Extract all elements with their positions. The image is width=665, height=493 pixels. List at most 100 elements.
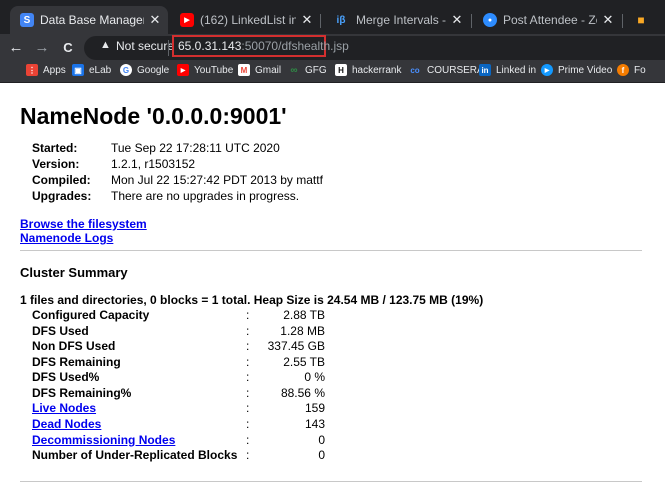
- row-value: 1.28 MB: [280, 324, 325, 338]
- bookmark-coursera[interactable]: co COURSERA: [408, 64, 484, 76]
- row-label: Non DFS Used: [32, 339, 116, 353]
- divider: [20, 481, 642, 482]
- browse-filesystem-link[interactable]: Browse the filesystem: [20, 217, 147, 231]
- bookmark-label: Linked in: [496, 64, 537, 76]
- tab-linkedlist-java[interactable]: ▶ (162) LinkedList in Java | Ja ✕: [170, 6, 320, 34]
- url-separator: [168, 40, 169, 56]
- info-value-upgrades: There are no upgrades in progress.: [111, 189, 300, 203]
- tab-separator: [471, 14, 472, 28]
- gfg-icon: ∞: [290, 64, 298, 76]
- s-logo-icon: S: [20, 13, 34, 27]
- row-label: DFS Remaining: [32, 355, 121, 369]
- tab-title: (162) LinkedList in Java | Ja: [200, 13, 296, 27]
- bookmark-hackerrank[interactable]: Hhackerrank: [335, 64, 401, 76]
- gmail-icon: M: [238, 64, 250, 76]
- divider: [20, 250, 642, 251]
- tab-zoom[interactable]: ● Post Attendee - Zoom ✕: [473, 6, 621, 34]
- row-value: 159: [304, 401, 325, 415]
- close-icon[interactable]: ✕: [450, 12, 464, 28]
- live-nodes-link[interactable]: Live Nodes: [32, 401, 96, 415]
- info-value-started: Tue Sep 22 17:28:11 UTC 2020: [111, 141, 280, 155]
- bookmarks-bar: ⋮ Apps ▣ eLab G Google ▶ YouTube M Gmail ∞ GFG…: [0, 61, 665, 83]
- dead-nodes-link[interactable]: Dead Nodes: [32, 417, 101, 431]
- close-icon[interactable]: ✕: [300, 12, 314, 28]
- bookmark-prime-video[interactable]: ▶ Prime Video: [541, 64, 612, 76]
- tab-title: Data Base Management Sy: [40, 13, 144, 27]
- decommissioning-nodes-link[interactable]: Decommissioning Nodes: [32, 433, 175, 447]
- row-value: 2.88 TB: [283, 308, 325, 322]
- bookmark-label: Apps: [43, 64, 66, 76]
- google-icon: G: [120, 64, 132, 76]
- back-button[interactable]: ←: [6, 38, 26, 58]
- bookmark-label: GFG: [305, 64, 327, 76]
- linkedin-icon: in: [479, 64, 491, 76]
- tab-merge-intervals[interactable]: iβ Merge Intervals - Interview ✕: [322, 6, 470, 34]
- youtube-icon: ▶: [180, 13, 194, 27]
- info-key-compiled: Compiled:: [32, 173, 91, 187]
- row-value: 0: [318, 433, 325, 447]
- bookmark-label: Gmail: [255, 64, 282, 76]
- forward-button[interactable]: →: [32, 38, 52, 58]
- tab-separator: [320, 14, 321, 28]
- cluster-summary-line: 1 files and directories, 0 blocks = 1 to…: [20, 293, 484, 307]
- bookmark-label: Prime Video: [558, 64, 613, 76]
- bookmark-gmail[interactable]: M Gmail: [238, 64, 281, 76]
- bookmark-label: hackerrank: [352, 64, 402, 76]
- bookmark-label: YouTube: [194, 64, 234, 76]
- tab-title: Merge Intervals - Interview: [356, 13, 446, 27]
- row-value: 0: [318, 448, 325, 462]
- coursera-icon: co: [410, 65, 420, 75]
- row-value: 2.55 TB: [283, 355, 325, 369]
- prime-video-icon: ▶: [541, 64, 553, 76]
- page-title: NameNode '0.0.0.0:9001': [20, 103, 287, 129]
- row-label: DFS Used: [32, 324, 89, 338]
- bookmark-gfg[interactable]: ∞ GFG: [288, 64, 327, 76]
- url-path: :50070/dfshealth.jsp: [241, 39, 349, 53]
- row-label: DFS Remaining%: [32, 386, 132, 400]
- info-value-version: 1.2.1, r1503152: [111, 157, 196, 171]
- bookmark-label: COURSERA: [427, 64, 484, 76]
- youtube-icon: ▶: [177, 64, 189, 76]
- bookmark-elab[interactable]: ▣ eLab: [72, 64, 111, 76]
- info-key-version: Version:: [32, 157, 80, 171]
- interviewbit-icon: iβ: [336, 14, 346, 26]
- warning-icon[interactable]: ▲: [100, 39, 111, 51]
- package-icon: ■: [637, 13, 645, 27]
- orange-bookmark-icon: f: [617, 64, 629, 76]
- row-value: 143: [304, 417, 325, 431]
- url-text[interactable]: 65.0.31.143:50070/dfshealth.jsp: [178, 39, 349, 53]
- info-key-started: Started:: [32, 141, 78, 155]
- tab-overflow[interactable]: ■: [624, 6, 665, 34]
- bookmark-label: eLab: [89, 64, 112, 76]
- row-label: DFS Used%: [32, 370, 100, 384]
- row-value: 88.56 %: [280, 386, 325, 400]
- bookmark-label: Google: [137, 64, 170, 76]
- bookmark-apps[interactable]: ⋮ Apps: [26, 64, 66, 76]
- row-value: 0 %: [304, 370, 325, 384]
- namenode-logs-link[interactable]: Namenode Logs: [20, 231, 113, 245]
- reload-button[interactable]: C: [58, 38, 78, 58]
- row-label: Configured Capacity: [32, 308, 150, 322]
- bookmark-linkedin[interactable]: in Linked in: [479, 64, 536, 76]
- bookmark-google[interactable]: G Google: [120, 64, 169, 76]
- row-value: 337.45 GB: [267, 339, 325, 353]
- tab-database-management[interactable]: S Data Base Management Sy ✕: [10, 6, 168, 34]
- bookmark-youtube[interactable]: ▶ YouTube: [177, 64, 233, 76]
- tab-separator: [622, 14, 623, 28]
- tab-strip: S Data Base Management Sy ✕ ▶ (162) Link…: [0, 0, 665, 34]
- info-key-upgrades: Upgrades:: [32, 189, 92, 203]
- security-status[interactable]: Not secure: [116, 39, 174, 53]
- zoom-icon: ●: [483, 13, 497, 27]
- hackerrank-icon: H: [335, 64, 347, 76]
- close-icon[interactable]: ✕: [601, 12, 615, 28]
- page-content: NameNode '0.0.0.0:9001' Started: Tue Sep…: [0, 83, 665, 493]
- bookmark-fo[interactable]: f Fo: [617, 64, 646, 76]
- close-icon[interactable]: ✕: [148, 12, 162, 28]
- bookmark-label: Fo: [634, 64, 646, 76]
- elab-icon: ▣: [72, 64, 84, 76]
- cluster-summary-heading: Cluster Summary: [20, 265, 128, 280]
- url-host: 65.0.31.143: [178, 39, 242, 53]
- apps-grid-icon: ⋮: [26, 64, 38, 76]
- info-value-compiled: Mon Jul 22 15:27:42 PDT 2013 by mattf: [111, 173, 323, 187]
- tab-title: Post Attendee - Zoom: [503, 13, 597, 27]
